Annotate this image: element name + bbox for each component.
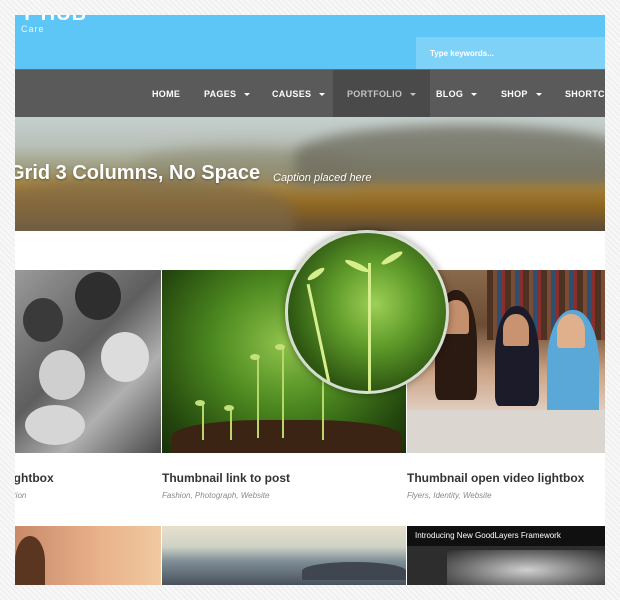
search-box[interactable] xyxy=(416,37,605,69)
search-input[interactable] xyxy=(416,37,600,69)
page-title: Grid 3 Columns, No Space xyxy=(15,162,261,184)
nav-label: PAGES xyxy=(204,89,237,99)
nav-item-pages[interactable]: PAGES xyxy=(204,70,251,118)
child-figure xyxy=(75,272,121,320)
leaf xyxy=(343,257,371,275)
student-face xyxy=(557,314,585,348)
sprout xyxy=(230,410,232,440)
child-face xyxy=(25,405,85,445)
portfolio-item-tags[interactable]: Flyers, Identity, Website xyxy=(407,491,492,500)
portfolio-thumbnail-portrait[interactable] xyxy=(15,526,161,585)
distant-hills xyxy=(302,562,406,580)
leaf xyxy=(195,400,205,406)
nav-item-causes[interactable]: CAUSES xyxy=(272,70,326,118)
sprout xyxy=(257,358,259,438)
chevron-down-icon xyxy=(244,93,251,97)
leaf xyxy=(275,344,285,350)
chevron-down-icon xyxy=(319,93,326,97)
person-silhouette xyxy=(15,536,45,585)
portfolio-item-title[interactable]: Thumbnail link to post xyxy=(162,471,290,485)
portfolio-item-title[interactable]: lightbox xyxy=(15,471,54,485)
sprout xyxy=(202,405,204,440)
chevron-down-icon xyxy=(535,93,542,97)
portfolio-item-title[interactable]: Thumbnail open video lightbox xyxy=(407,471,584,485)
nav-label: BLOG xyxy=(436,89,464,99)
portfolio-item-tags[interactable]: Fashion, Photograph, Website xyxy=(162,491,269,500)
desk xyxy=(407,410,605,453)
leaf xyxy=(224,405,234,411)
nav-item-shortcodes[interactable]: SHORTCO xyxy=(565,70,605,118)
sprout xyxy=(282,348,284,438)
main-nav: HOME PAGES CAUSES PORTFOLIO BLOG SHOP SH… xyxy=(15,69,605,118)
child-face xyxy=(101,332,149,382)
student-face xyxy=(503,314,529,346)
portfolio-thumbnail-video[interactable]: Introducing New GoodLayers Framework xyxy=(407,526,605,585)
soil xyxy=(172,420,402,453)
nav-item-shop[interactable]: SHOP xyxy=(501,70,542,118)
nav-label: HOME xyxy=(152,89,181,99)
portfolio-thumbnail-landscape[interactable] xyxy=(162,526,406,585)
child-figure xyxy=(23,298,63,342)
nav-item-blog[interactable]: BLOG xyxy=(436,70,478,118)
nav-label: SHOP xyxy=(501,89,528,99)
sprout xyxy=(368,263,371,391)
child-face xyxy=(39,350,85,400)
site-tagline: Care xyxy=(21,24,45,34)
page-banner: Grid 3 Columns, No Space Caption placed … xyxy=(15,117,605,231)
sprout xyxy=(322,380,324,440)
portfolio-item-tags[interactable]: ation xyxy=(15,491,26,500)
leaf xyxy=(306,265,326,283)
nav-label: PORTFOLIO xyxy=(347,89,403,99)
chevron-down-icon xyxy=(410,93,417,97)
banner-caption: Caption placed here xyxy=(273,172,372,184)
nav-label: SHORTCO xyxy=(565,89,605,99)
leaf xyxy=(380,249,404,267)
video-title: Introducing New GoodLayers Framework xyxy=(415,531,561,540)
page-container: T HUB Care HOME PAGES CAUSES PORTFOLIO B… xyxy=(15,15,605,585)
nav-label: CAUSES xyxy=(272,89,312,99)
magnifier-lens xyxy=(285,230,449,394)
site-header: T HUB Care xyxy=(15,15,605,69)
chevron-down-icon xyxy=(471,93,478,97)
nav-item-portfolio[interactable]: PORTFOLIO xyxy=(333,70,431,118)
nav-item-home[interactable]: HOME xyxy=(151,70,181,118)
video-poster xyxy=(447,550,605,585)
portfolio-thumbnail-children[interactable] xyxy=(15,270,161,453)
leaf xyxy=(250,354,260,360)
